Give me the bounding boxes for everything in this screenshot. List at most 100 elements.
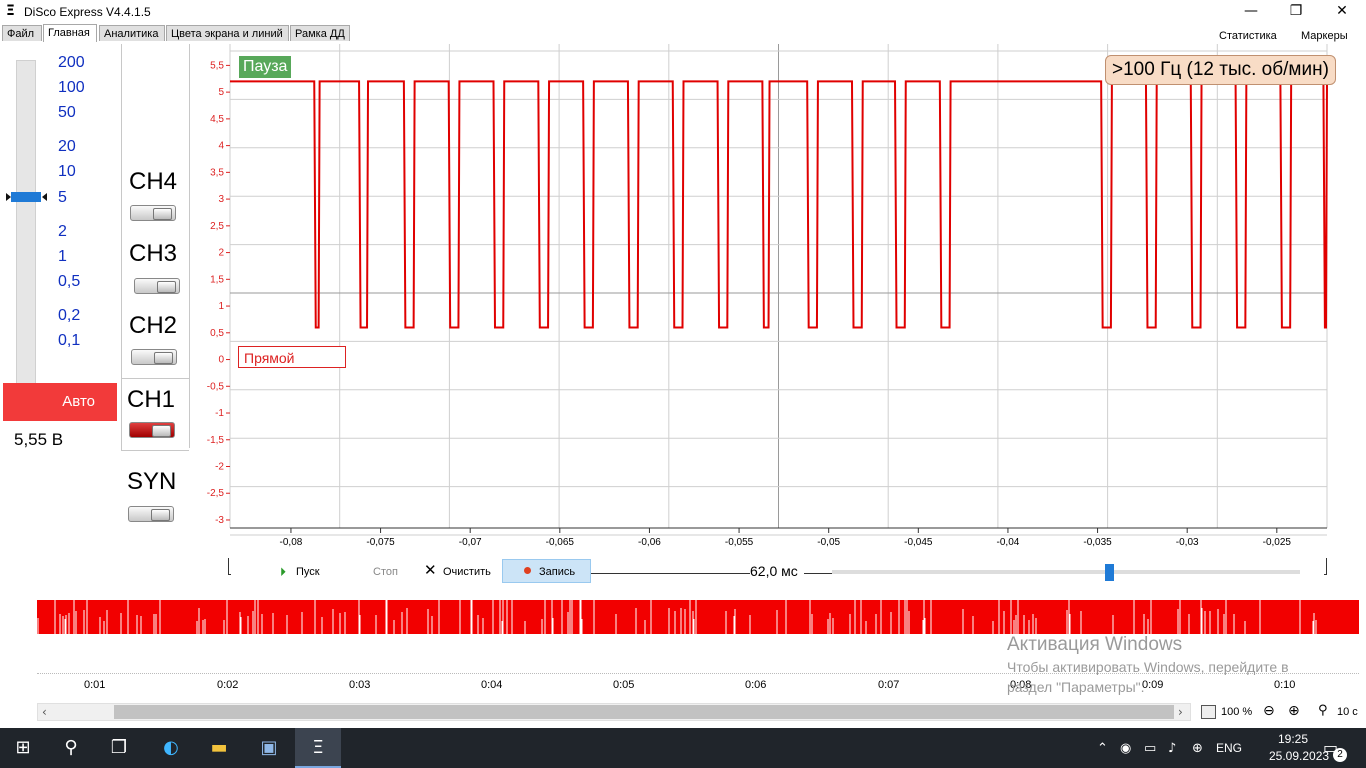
y-tick-label: -1,5 <box>207 435 225 446</box>
timebase-slider-thumb[interactable] <box>1105 564 1114 581</box>
pause-button[interactable]: Пауза <box>239 56 292 78</box>
y-tick-label: -2 <box>215 461 224 472</box>
channel-ch3-toggle[interactable] <box>134 278 180 294</box>
scale-option[interactable]: 200 <box>58 54 85 72</box>
scale-option-selected[interactable]: 5 <box>58 189 67 207</box>
scale-option[interactable]: 2 <box>58 223 67 241</box>
y-tick-label: 4,5 <box>210 114 224 125</box>
scale-option[interactable]: 0,2 <box>58 307 80 325</box>
overview-strip[interactable] <box>37 600 1359 634</box>
range-bracket-right <box>1324 558 1327 575</box>
scale-voltage-readout: 5,55 В <box>14 430 64 449</box>
search-icon[interactable]: ⚲ <box>1318 703 1328 718</box>
edge-browser-icon[interactable]: ◐ <box>148 728 194 768</box>
scale-option[interactable]: 0,1 <box>58 332 80 350</box>
range-line-right <box>804 573 832 574</box>
scale-option[interactable]: 50 <box>58 104 76 122</box>
stop-button[interactable]: Стоп <box>373 560 398 584</box>
disco-express-taskbar-icon[interactable]: Ξ <box>295 728 341 768</box>
scroll-left-icon[interactable]: ‹ <box>42 705 47 719</box>
notification-count-badge: 2 <box>1333 748 1347 762</box>
tray-app-icon[interactable]: ◉ <box>1120 741 1131 756</box>
x-tick-label: -0,04 <box>997 537 1020 548</box>
clear-button[interactable]: Очистить <box>443 560 491 584</box>
y-tick-label: -1 <box>215 408 224 419</box>
windows-activation-text: Чтобы активировать Windows, перейдите в … <box>1007 659 1289 695</box>
channel-ch1-toggle[interactable] <box>129 422 175 438</box>
network-app-icon[interactable]: ▣ <box>246 728 292 768</box>
y-tick-label: 5,5 <box>210 60 224 71</box>
overview-window-length: 10 с <box>1337 706 1358 718</box>
scroll-right-icon[interactable]: › <box>1178 705 1183 719</box>
tab-analytics[interactable]: Аналитика <box>99 25 165 41</box>
sync-toggle[interactable] <box>128 506 174 522</box>
tab-frame[interactable]: Рамка ДД <box>290 25 350 41</box>
start-button[interactable]: Пуск <box>296 560 320 584</box>
file-explorer-icon[interactable]: ▬ <box>196 728 242 768</box>
close-button[interactable]: ✕ <box>1319 0 1365 24</box>
zoom-fit-icon[interactable] <box>1201 705 1216 719</box>
y-tick-label: 2 <box>218 248 224 259</box>
task-view-icon[interactable]: ❐ <box>96 728 142 768</box>
tray-expand-icon[interactable]: ⌃ <box>1097 741 1108 756</box>
y-tick-label: -3 <box>215 515 224 526</box>
toggle-knob-icon <box>153 208 172 220</box>
x-tick-label: -0,045 <box>904 537 933 548</box>
channel-ch2-toggle[interactable] <box>131 349 177 365</box>
markers-button[interactable]: Маркеры <box>1301 30 1348 42</box>
timebase-slider-track[interactable] <box>832 570 1300 574</box>
channel-ch2-label: CH2 <box>129 312 178 339</box>
zoom-level: 100 % <box>1221 706 1253 718</box>
overview-time-label: 0:05 <box>613 679 635 691</box>
windows-start-icon[interactable]: ⊞ <box>0 728 46 768</box>
statistics-button[interactable]: Статистика <box>1219 30 1277 42</box>
scale-slider-thumb[interactable] <box>11 192 41 202</box>
y-tick-label: 0,5 <box>210 328 224 339</box>
y-tick-label: 3,5 <box>210 167 224 178</box>
clock-time[interactable]: 19:25 <box>1278 732 1308 746</box>
y-tick-label: 1 <box>218 301 224 312</box>
scale-option[interactable]: 20 <box>58 138 76 156</box>
trigger-mode-label[interactable]: Прямой <box>238 346 346 368</box>
x-tick-label: -0,035 <box>1083 537 1112 548</box>
auto-scale-button[interactable]: Авто <box>3 383 117 421</box>
volume-icon[interactable]: ♪ <box>1168 741 1176 756</box>
x-tick-label: -0,03 <box>1176 537 1199 548</box>
scale-option[interactable]: 10 <box>58 163 76 181</box>
y-tick-label: -0,5 <box>207 381 225 392</box>
overview-time-label: 0:02 <box>217 679 239 691</box>
battery-icon[interactable]: ▭ <box>1144 741 1156 756</box>
overview-time-label: 0:01 <box>84 679 106 691</box>
scale-option[interactable]: 1 <box>58 248 67 266</box>
x-tick-label: -0,06 <box>638 537 661 548</box>
oscilloscope-chart[interactable]: 5,5 5 4,5 4 3,5 3 2,5 2 1,5 1 0,5 0 -0,5 -1 -1,5 -2 -2,5… <box>195 44 1335 556</box>
network-icon[interactable]: ⊕ <box>1192 741 1203 756</box>
zoom-in-icon[interactable]: ⊕ <box>1288 703 1300 719</box>
x-tick-label: -0,07 <box>459 537 482 548</box>
y-tick-label: 5 <box>218 87 224 98</box>
horizontal-scrollbar-thumb[interactable] <box>114 705 1174 719</box>
zoom-out-icon[interactable]: ⊖ <box>1263 703 1275 719</box>
scale-slider-track[interactable] <box>16 60 36 410</box>
tab-file[interactable]: Файл <box>2 25 42 41</box>
scale-option[interactable]: 100 <box>58 79 85 97</box>
overview-time-label: 0:07 <box>878 679 900 691</box>
overview-time-label: 0:06 <box>745 679 767 691</box>
x-tick-label: -0,08 <box>280 537 303 548</box>
tab-home[interactable]: Главная <box>43 24 97 42</box>
y-tick-label: 2,5 <box>210 221 224 232</box>
scale-option[interactable]: 0,5 <box>58 273 80 291</box>
x-tick-label: -0,05 <box>817 537 840 548</box>
toggle-knob-icon <box>154 352 173 364</box>
range-line-left <box>590 573 750 574</box>
tab-colors[interactable]: Цвета экрана и линий <box>166 25 289 41</box>
channel-ch4-toggle[interactable] <box>130 205 176 221</box>
y-tick-label: -2,5 <box>207 488 225 499</box>
maximize-button[interactable]: ❐ <box>1273 0 1319 24</box>
clock-date[interactable]: 25.09.2023 <box>1269 749 1329 763</box>
minimize-button[interactable]: — <box>1228 0 1274 24</box>
input-language[interactable]: ENG <box>1216 741 1242 755</box>
app-logo-icon: Ξ <box>6 3 15 19</box>
frequency-readout: >100 Гц (12 тыс. об/мин) <box>1105 55 1336 85</box>
search-icon[interactable]: ⚲ <box>48 728 94 768</box>
